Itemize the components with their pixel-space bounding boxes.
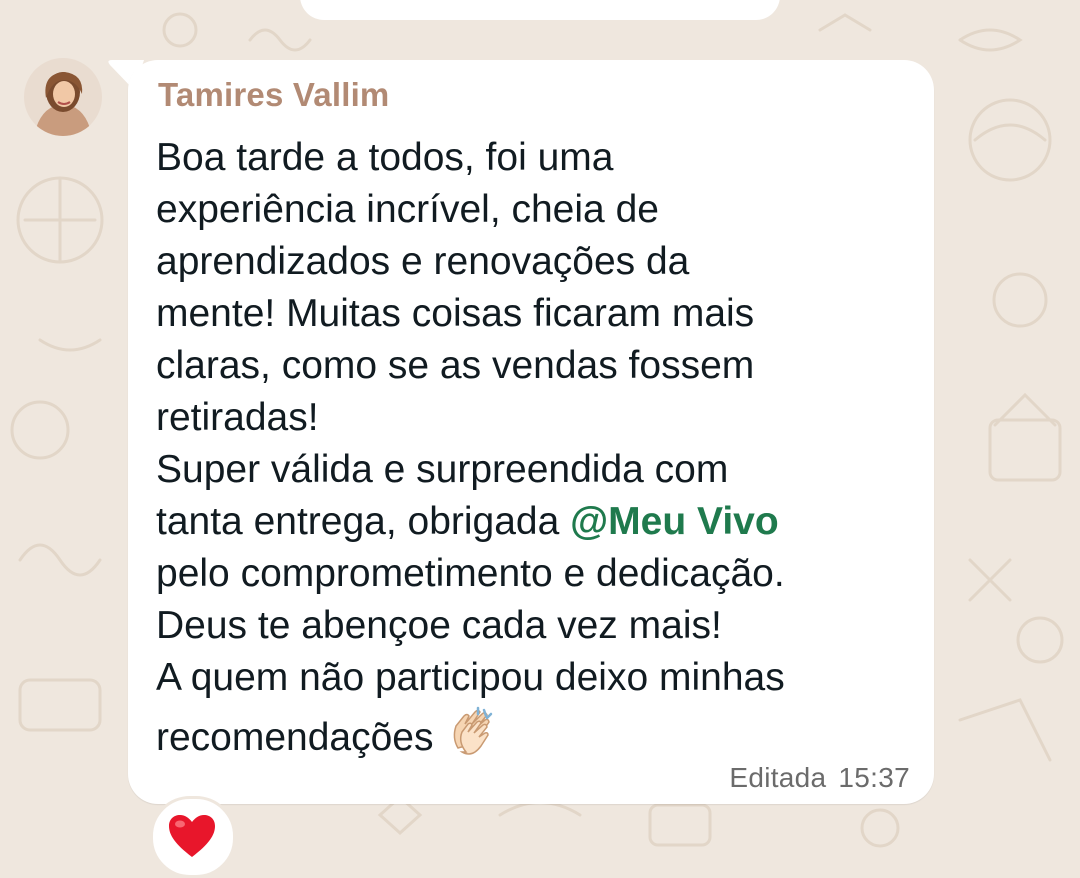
red-heart-icon <box>169 815 215 857</box>
clapping-hands-icon <box>444 704 500 774</box>
sender-name[interactable]: Tamires Vallim <box>158 76 389 114</box>
profile-photo-icon <box>24 58 102 136</box>
reaction-badge[interactable] <box>150 796 236 878</box>
edited-label: Editada <box>729 762 827 793</box>
message-time: 15:37 <box>838 762 910 793</box>
date-pill <box>300 0 780 20</box>
message-text: Boa tarde a todos, foi uma experiência i… <box>156 132 926 774</box>
sender-avatar[interactable] <box>24 58 102 136</box>
message-text-part1: Boa tarde a todos, foi uma experiência i… <box>156 136 755 543</box>
message-meta: Editada 15:37 <box>729 762 910 794</box>
mention-link[interactable]: @Meu Vivo <box>570 500 779 543</box>
message-bubble[interactable]: Tamires Vallim Boa tarde a todos, foi um… <box>128 60 934 804</box>
